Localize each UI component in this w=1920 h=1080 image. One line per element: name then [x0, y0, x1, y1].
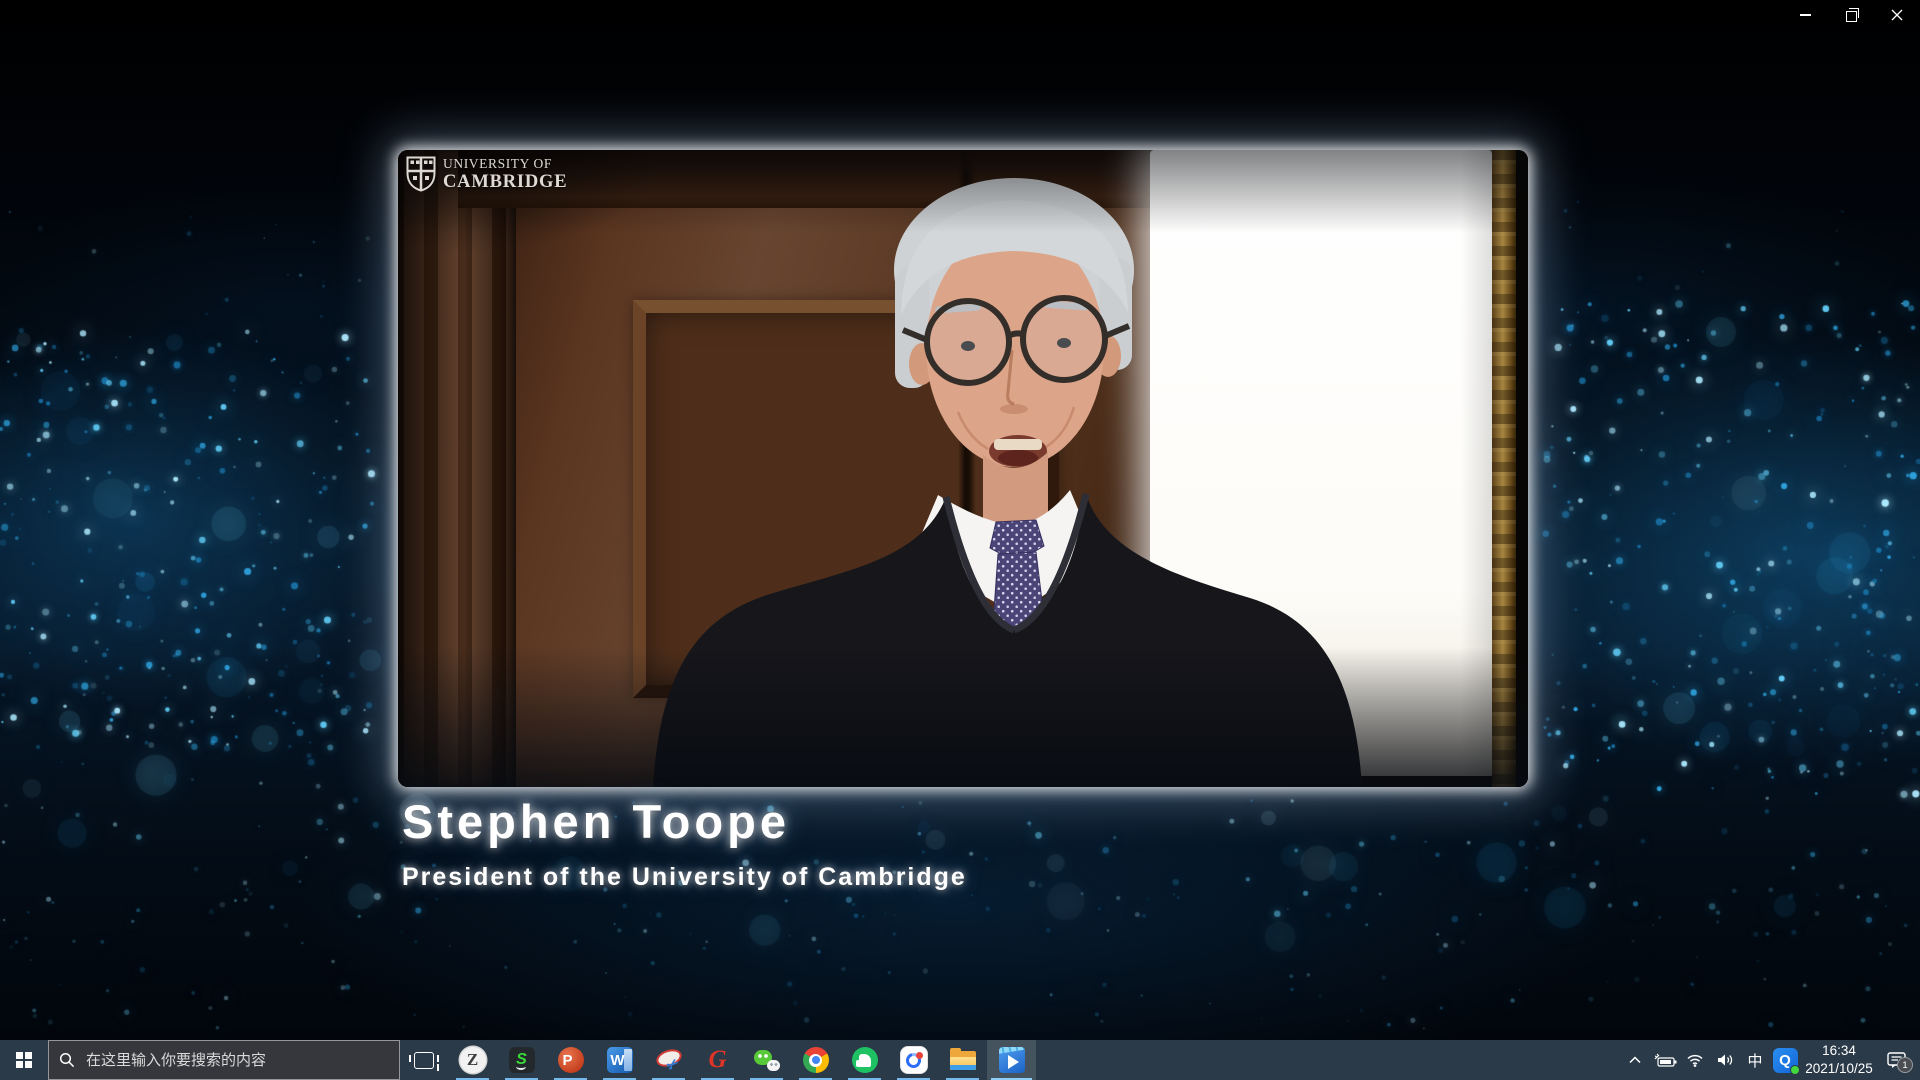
word-taskbar-icon[interactable]: W [595, 1040, 644, 1080]
baidu-netdisk-taskbar-icon[interactable] [889, 1040, 938, 1080]
s-app-icon: S [509, 1047, 535, 1073]
chevron-up-icon [1629, 1056, 1641, 1064]
file-explorer-icon [950, 1047, 976, 1073]
speaker-caption: Stephen Toope President of the Universit… [402, 794, 967, 892]
speaker-icon [1717, 1053, 1734, 1067]
s-app-taskbar-icon[interactable]: S [497, 1040, 546, 1080]
watermark-line1: UNIVERSITY OF [443, 157, 567, 171]
zotero-taskbar-icon[interactable]: Z [448, 1040, 497, 1080]
taskbar-empty-area [1036, 1040, 1620, 1080]
task-view-icon [414, 1052, 434, 1069]
network-status-icon[interactable] [1680, 1040, 1710, 1080]
desktop: UNIVERSITY OF CAMBRIDGE Stephen Toope Pr… [0, 0, 1920, 1080]
wechat-taskbar-icon[interactable] [742, 1040, 791, 1080]
video-player-stage: UNIVERSITY OF CAMBRIDGE Stephen Toope Pr… [0, 0, 1920, 1040]
capture-taskbar-icon[interactable]: ✂ [644, 1040, 693, 1080]
close-icon [1891, 9, 1903, 21]
hidden-icons-chevron[interactable] [1620, 1040, 1650, 1080]
capture-icon: ✂ [656, 1047, 682, 1073]
movies-tv-taskbar-icon[interactable] [987, 1040, 1036, 1080]
movies-tv-icon [999, 1047, 1025, 1073]
frame-vignette [398, 150, 1528, 787]
restore-button[interactable] [1828, 0, 1874, 30]
taskbar-search[interactable] [48, 1040, 400, 1080]
ime-language-indicator[interactable]: 中 [1740, 1040, 1770, 1080]
wifi-icon [1686, 1053, 1704, 1067]
word-icon: W [607, 1047, 633, 1073]
minimize-icon [1800, 14, 1811, 16]
q-app-icon: Q [1773, 1048, 1798, 1073]
restore-icon [1846, 11, 1857, 22]
start-button[interactable] [0, 1040, 48, 1080]
volume-icon[interactable] [1710, 1040, 1740, 1080]
speaker-title: President of the University of Cambridge [402, 863, 967, 892]
minimize-button[interactable] [1782, 0, 1828, 30]
search-icon [59, 1052, 75, 1068]
close-button[interactable] [1874, 0, 1920, 30]
cambridge-shield-icon [406, 156, 436, 192]
g-app-icon: G [705, 1047, 731, 1073]
cambridge-watermark: UNIVERSITY OF CAMBRIDGE [406, 156, 567, 192]
baidu-netdisk-icon [901, 1047, 927, 1073]
windows-logo-icon [16, 1052, 32, 1068]
taskbar: ZSPW ✂ G [0, 1040, 1920, 1080]
powerpoint-taskbar-icon[interactable]: P [546, 1040, 595, 1080]
evernote-taskbar-icon[interactable] [840, 1040, 889, 1080]
system-tray: 中 Q 16:34 2021/10/25 1 [1620, 1040, 1920, 1080]
tray-date: 2021/10/25 [1800, 1060, 1878, 1078]
taskbar-clock[interactable]: 16:34 2021/10/25 [1800, 1042, 1878, 1078]
speaker-name: Stephen Toope [402, 794, 967, 849]
action-center-button[interactable]: 1 [1878, 1040, 1916, 1080]
g-app-taskbar-icon[interactable]: G [693, 1040, 742, 1080]
search-input[interactable] [84, 1051, 389, 1070]
tray-time: 16:34 [1800, 1042, 1878, 1060]
watermark-line2: CAMBRIDGE [443, 173, 567, 192]
file-explorer-taskbar-icon[interactable] [938, 1040, 987, 1080]
video-frame[interactable]: UNIVERSITY OF CAMBRIDGE [398, 150, 1528, 787]
chrome-icon [803, 1047, 829, 1073]
zotero-icon: Z [460, 1047, 486, 1073]
taskbar-apps: ZSPW ✂ G [448, 1040, 1036, 1080]
titlebar-controls [1782, 0, 1920, 30]
task-view-button[interactable] [400, 1040, 448, 1080]
evernote-icon [852, 1047, 878, 1073]
q-app-tray-icon[interactable]: Q [1770, 1040, 1800, 1080]
chrome-taskbar-icon[interactable] [791, 1040, 840, 1080]
powerpoint-icon: P [558, 1047, 584, 1073]
wechat-icon [754, 1047, 780, 1073]
battery-status-icon[interactable] [1650, 1040, 1680, 1080]
battery-charging-icon [1653, 1052, 1677, 1068]
notification-count-badge: 1 [1897, 1057, 1913, 1073]
